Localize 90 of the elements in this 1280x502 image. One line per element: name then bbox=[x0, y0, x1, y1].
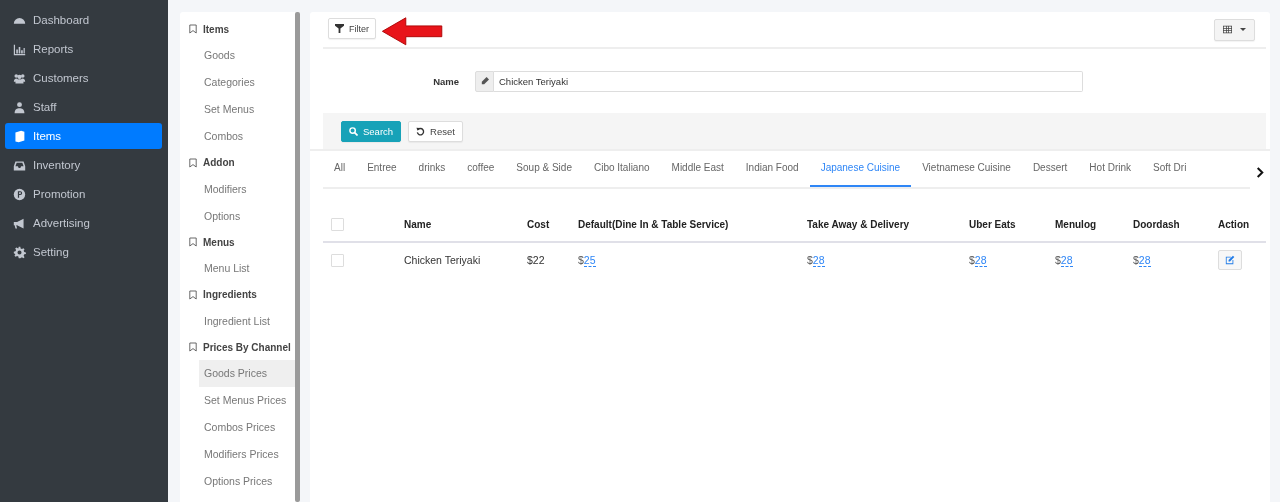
currency-sign: $ bbox=[1133, 254, 1139, 266]
nav-item[interactable]: Customers bbox=[5, 65, 162, 91]
submenu-item[interactable]: Ingredient List bbox=[199, 307, 295, 335]
nav-item[interactable]: Setting bbox=[5, 239, 162, 265]
submenu-item[interactable]: Goods bbox=[199, 42, 295, 70]
price-link[interactable]: 28 bbox=[974, 254, 987, 267]
filter-icon bbox=[335, 24, 344, 33]
column-header: Menulog bbox=[1055, 218, 1098, 230]
column-header: Action bbox=[1218, 218, 1251, 230]
checkbox[interactable] bbox=[331, 253, 344, 267]
table-cell: Chicken Teriyaki bbox=[404, 254, 481, 266]
edit-button[interactable] bbox=[1218, 250, 1242, 270]
column-header: Cost bbox=[527, 218, 551, 230]
nav-item[interactable]: Reports bbox=[5, 36, 162, 62]
submenu-item[interactable]: Options Prices bbox=[199, 468, 295, 496]
category-tab[interactable]: Soup & Side bbox=[505, 151, 583, 187]
columns-dropdown[interactable] bbox=[1214, 18, 1255, 41]
edit-icon bbox=[1225, 255, 1235, 265]
nav-item[interactable]: Promotion bbox=[5, 181, 162, 207]
column-header: Doordash bbox=[1133, 218, 1181, 230]
caret-icon bbox=[1240, 28, 1246, 31]
bookmark-icon bbox=[189, 24, 197, 35]
bar-chart-icon bbox=[13, 42, 26, 56]
nav-item[interactable]: Inventory bbox=[5, 152, 162, 178]
submenu-heading: Items bbox=[203, 23, 230, 35]
nav-item[interactable]: Items bbox=[5, 123, 162, 149]
submenu-item[interactable]: Combos Prices bbox=[199, 414, 295, 442]
submenu-item[interactable]: Menu List bbox=[199, 255, 295, 283]
currency-sign: $ bbox=[1055, 254, 1061, 266]
price-link[interactable]: 28 bbox=[1138, 254, 1151, 267]
nav-item[interactable]: Advertising bbox=[5, 210, 162, 236]
inbox-icon bbox=[13, 158, 26, 172]
search-icon bbox=[349, 126, 358, 136]
submenu-heading: Addon bbox=[203, 157, 235, 169]
price-link[interactable]: 28 bbox=[1060, 254, 1073, 267]
name-field[interactable]: Chicken Teriyaki bbox=[494, 70, 1083, 92]
price-link[interactable]: 25 bbox=[583, 254, 596, 267]
column-header: Default(Dine In & Table Service) bbox=[578, 218, 730, 230]
bookmark-icon bbox=[189, 289, 197, 300]
settings-icon bbox=[13, 245, 26, 259]
reset-icon bbox=[416, 126, 426, 136]
nav-item[interactable]: Staff bbox=[5, 94, 162, 120]
bookmark-icon bbox=[189, 342, 197, 353]
category-tab[interactable]: Japanese Cuisine bbox=[809, 151, 912, 187]
category-tab[interactable]: Entree bbox=[356, 151, 408, 187]
chevron-right-icon[interactable] bbox=[1256, 166, 1264, 178]
bookmark-icon bbox=[189, 157, 197, 168]
book-icon bbox=[13, 129, 26, 143]
submenu-item[interactable]: Goods Prices bbox=[199, 360, 295, 388]
nav-item[interactable]: Dashboard bbox=[5, 7, 162, 33]
currency-sign: $ bbox=[969, 254, 975, 266]
column-header: Take Away & Delivery bbox=[807, 218, 911, 230]
price-link[interactable]: 28 bbox=[812, 254, 825, 267]
submenu-item[interactable]: Set Menus Prices bbox=[199, 387, 295, 415]
filter-button[interactable]: Filter bbox=[328, 18, 376, 39]
category-tab[interactable]: drinks bbox=[407, 151, 457, 187]
category-tab[interactable]: Dessert bbox=[1021, 151, 1079, 187]
table-cell: $22 bbox=[527, 254, 545, 266]
submenu-heading: Menus bbox=[203, 236, 235, 248]
category-tab[interactable]: Soft Dri bbox=[1142, 151, 1198, 187]
submenu-heading: Ingredients bbox=[203, 289, 257, 301]
checkbox[interactable] bbox=[331, 217, 344, 231]
currency-sign: $ bbox=[578, 254, 584, 266]
category-tab[interactable]: Vietnamese Cuisine bbox=[911, 151, 1022, 187]
submenu-heading: Prices By Channel bbox=[203, 341, 291, 353]
category-tab[interactable]: Hot Drink bbox=[1078, 151, 1143, 187]
megaphone-icon bbox=[13, 216, 26, 230]
category-tab[interactable]: coffee bbox=[456, 151, 506, 187]
submenu-item[interactable]: Modifiers Prices bbox=[199, 441, 295, 469]
p-circle-icon bbox=[13, 187, 26, 201]
submenu-item[interactable]: Options bbox=[199, 202, 295, 230]
submenu-item[interactable]: Modifiers bbox=[199, 175, 295, 203]
submenu-item[interactable]: Set Menus bbox=[199, 96, 295, 124]
scrollbar[interactable] bbox=[295, 12, 300, 502]
submenu-item[interactable]: Combos bbox=[199, 123, 295, 151]
users-icon bbox=[13, 71, 26, 85]
category-tab[interactable]: Cibo Italiano bbox=[582, 151, 661, 187]
column-header: Name bbox=[404, 218, 433, 230]
reset-button[interactable]: Reset bbox=[408, 120, 463, 142]
table-icon bbox=[1223, 25, 1232, 34]
category-tab[interactable]: Middle East bbox=[660, 151, 735, 187]
pencil-icon bbox=[480, 77, 489, 85]
currency-sign: $ bbox=[807, 254, 813, 266]
column-header: Uber Eats bbox=[969, 218, 1017, 230]
user-icon bbox=[13, 100, 26, 114]
submenu-item[interactable]: Categories bbox=[199, 69, 295, 97]
field-label: Name bbox=[432, 75, 460, 87]
category-tab[interactable]: Indian Food bbox=[734, 151, 810, 187]
category-tab[interactable]: All bbox=[323, 151, 357, 187]
bookmark-icon bbox=[189, 237, 197, 248]
